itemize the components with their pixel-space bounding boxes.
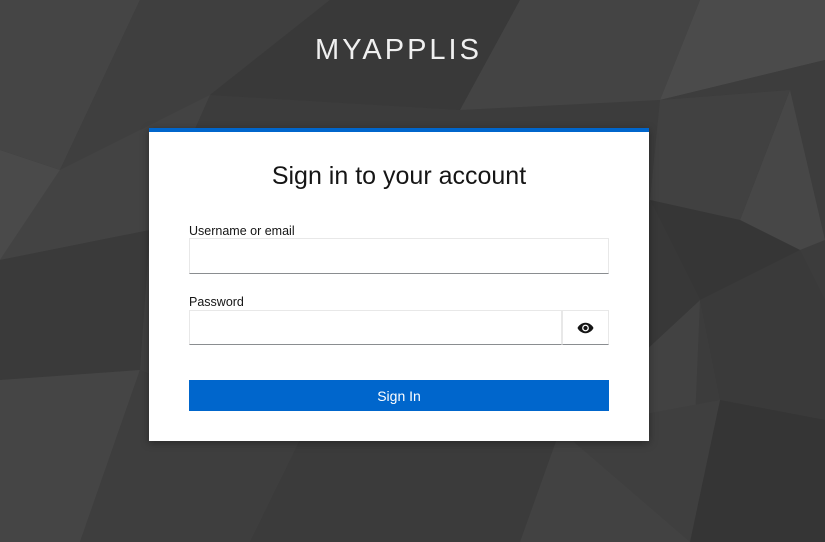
password-input[interactable] <box>189 310 562 345</box>
eye-icon <box>577 322 594 333</box>
login-card: Sign in to your account Username or emai… <box>149 128 649 441</box>
show-password-button[interactable] <box>562 310 609 345</box>
brand-title: MYAPPLIS <box>315 34 482 66</box>
login-heading: Sign in to your account <box>271 162 527 190</box>
sign-in-button[interactable]: Sign In <box>189 380 609 411</box>
password-field <box>189 310 609 345</box>
username-label: Username or email <box>189 224 295 238</box>
password-label: Password <box>189 295 244 309</box>
username-input[interactable] <box>189 238 609 274</box>
